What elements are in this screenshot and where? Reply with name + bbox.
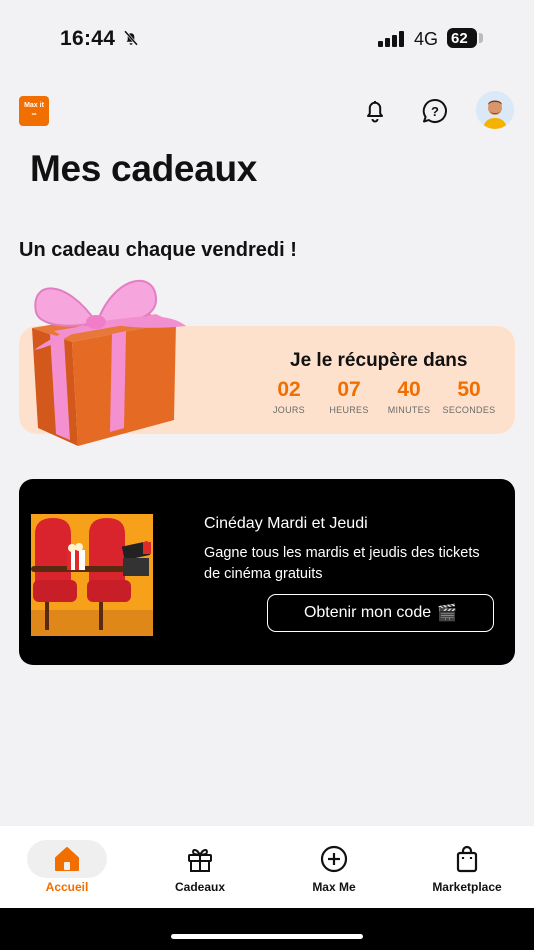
countdown-minutes-label: MINUTES — [387, 405, 431, 415]
nav-label-max-me: Max Me — [312, 880, 356, 894]
page-title: Mes cadeaux — [30, 148, 258, 189]
countdown-seconds: 50 SECONDES — [437, 378, 501, 415]
nav-label-cadeaux: Cadeaux — [174, 880, 226, 894]
countdown-days: 02 JOURS — [257, 378, 321, 415]
countdown-label: Je le récupère dans — [290, 350, 468, 371]
notifications-button[interactable] — [358, 94, 392, 128]
battery-tip — [479, 33, 483, 43]
bottom-navigation: Accueil Cadeaux Max Me Marketplace — [0, 826, 534, 908]
app-logo: Max it oa — [19, 96, 49, 126]
svg-text:?: ? — [431, 104, 439, 119]
get-code-button-label: Obtenir mon code — [303, 604, 432, 621]
plus-circle-icon — [294, 840, 374, 878]
app-logo-subtext: oa — [31, 111, 37, 116]
clapperboard-icon: 🎬 — [437, 605, 458, 622]
help-button[interactable]: ? — [418, 94, 452, 128]
countdown-seconds-label: SECONDES — [442, 405, 496, 415]
countdown-hours-label: HEURES — [329, 405, 369, 415]
status-bar: 16:44 4G 62 — [0, 0, 534, 80]
signal-icon — [378, 31, 406, 52]
status-time: 16:44 — [60, 27, 116, 50]
user-avatar[interactable] — [476, 91, 514, 129]
cinema-seats-illustration — [31, 514, 153, 636]
countdown-days-label: JOURS — [272, 405, 305, 415]
nav-item-marketplace[interactable]: Marketplace — [400, 826, 534, 908]
home-indicator[interactable] — [171, 934, 363, 939]
help-chat-icon: ? — [422, 98, 447, 123]
countdown-minutes: 40 MINUTES — [377, 378, 441, 415]
gift-box-illustration — [32, 279, 186, 446]
shopping-bag-icon — [427, 840, 507, 878]
app-logo-text: Max it — [24, 102, 44, 109]
countdown-minutes-value: 40 — [397, 378, 421, 401]
nav-item-max-me[interactable]: Max Me — [267, 826, 401, 908]
weekly-gift-title: Un cadeau chaque vendredi ! — [19, 239, 297, 261]
nav-label-accueil: Accueil — [45, 880, 89, 894]
nav-item-cadeaux[interactable]: Cadeaux — [133, 826, 267, 908]
home-icon — [27, 840, 107, 878]
nav-item-accueil[interactable]: Accueil — [0, 826, 134, 908]
countdown-days-value: 02 — [277, 378, 301, 401]
get-code-button[interactable]: Obtenir mon code 🎬 — [267, 594, 494, 632]
promo-title: Cinéday Mardi et Jeudi — [204, 515, 368, 532]
bell-icon — [367, 101, 383, 123]
system-home-bar — [0, 908, 534, 950]
gift-icon — [160, 840, 240, 878]
countdown-seconds-value: 50 — [457, 378, 481, 401]
nav-label-marketplace: Marketplace — [432, 880, 502, 894]
countdown-hours-value: 07 — [337, 378, 361, 401]
bell-muted-icon — [122, 29, 140, 52]
network-type: 4G — [414, 29, 439, 49]
promo-description: Gagne tous les mardis et jeudis des tick… — [204, 545, 480, 582]
countdown-hours: 07 HEURES — [317, 378, 381, 415]
battery-icon: 62 — [447, 28, 477, 48]
